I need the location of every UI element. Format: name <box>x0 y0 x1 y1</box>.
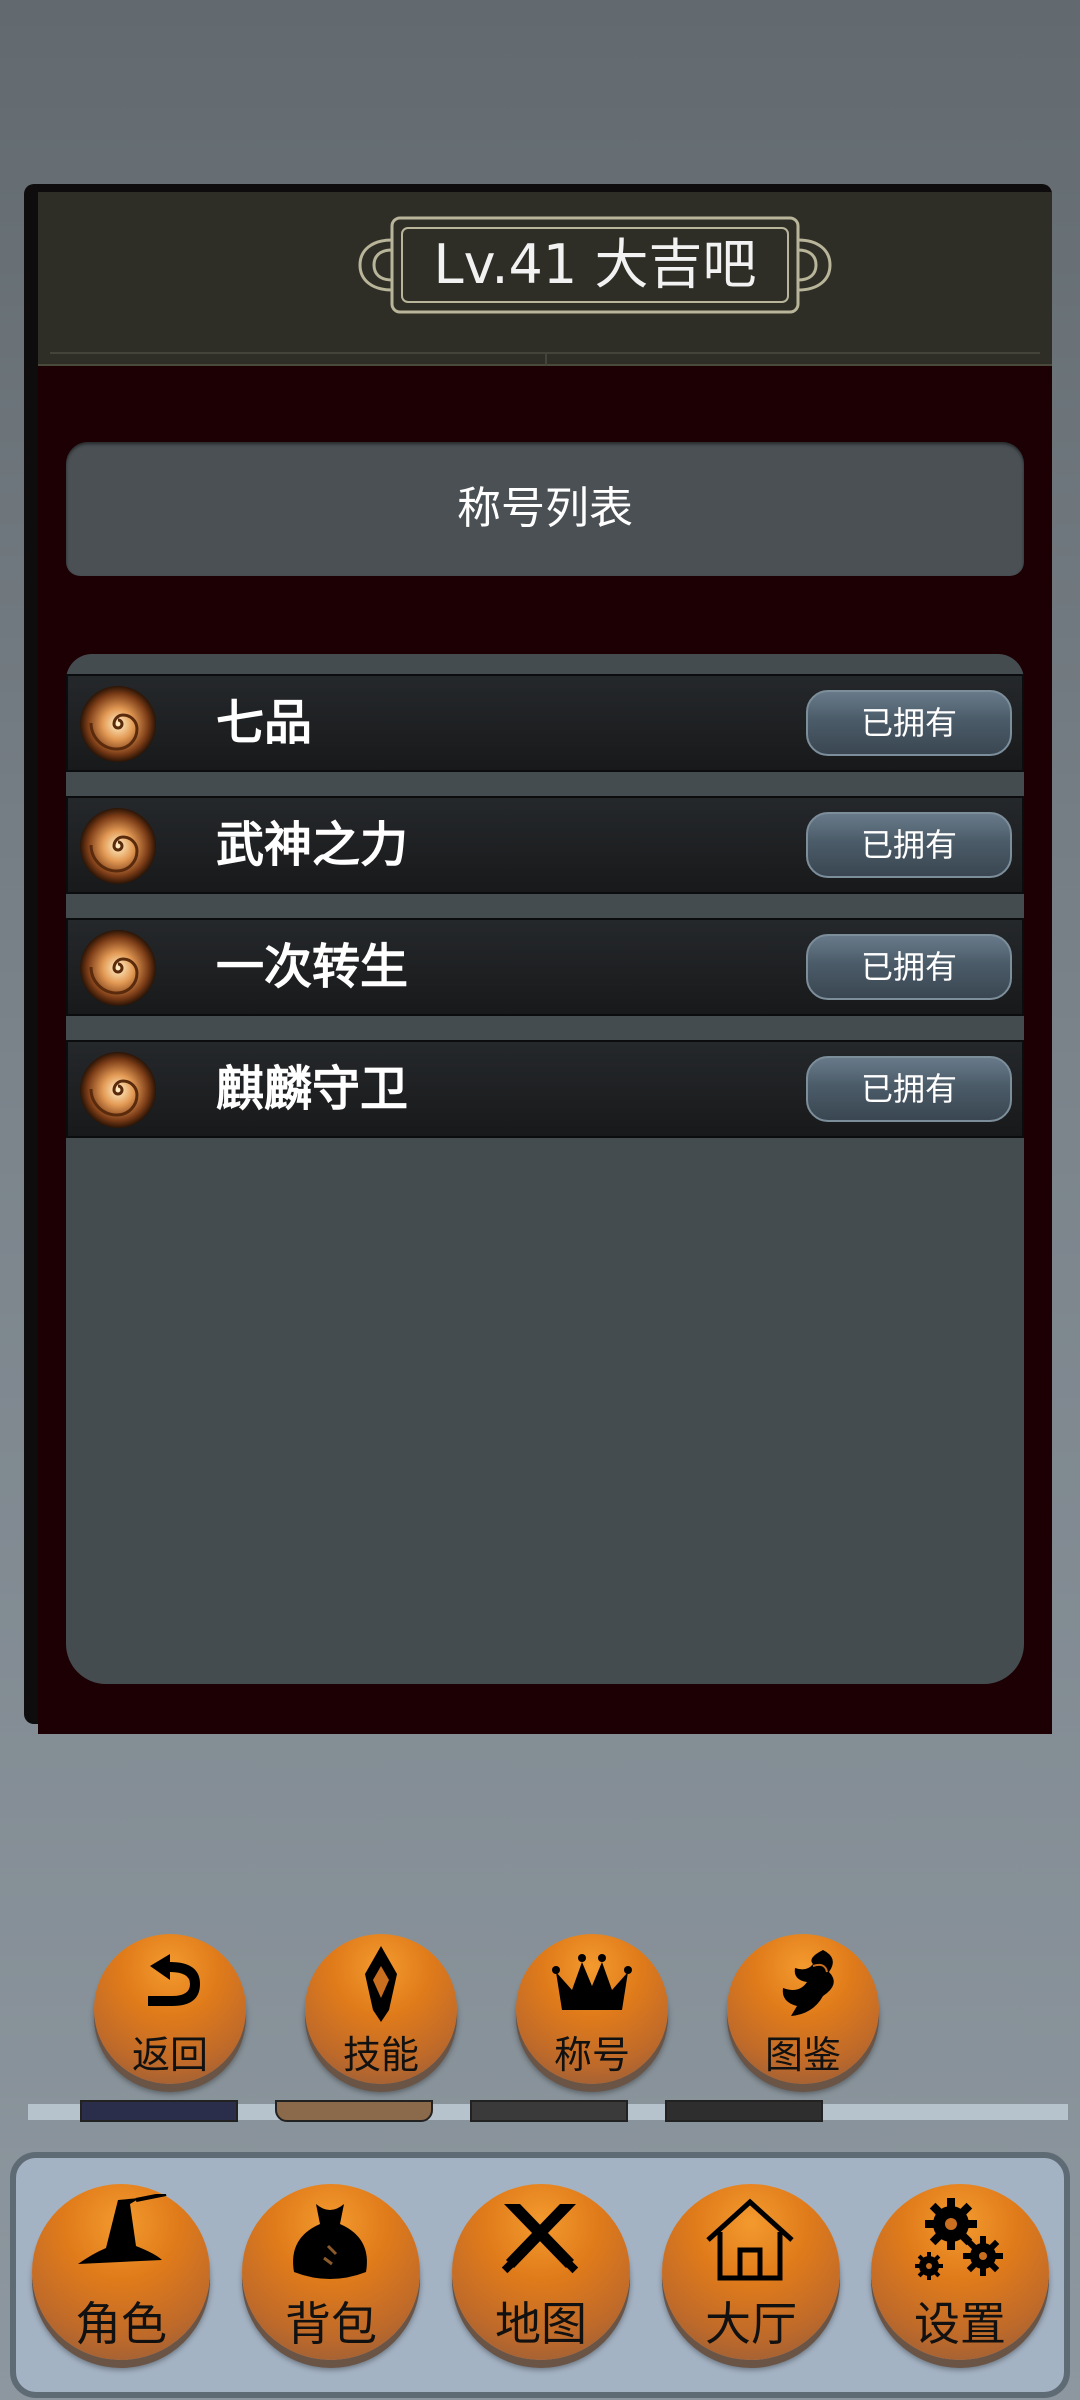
title-name: 武神之力 <box>216 817 409 873</box>
owned-badge[interactable]: 已拥有 <box>806 690 1012 756</box>
swirl-icon <box>80 808 156 884</box>
return-arrow-icon <box>148 1954 200 2006</box>
title-name: 麒麟守卫 <box>216 1061 409 1117</box>
title-frame: Lv.41 大吉吧 <box>352 210 838 320</box>
bag-icon <box>293 2204 367 2279</box>
button-label: 图鉴 <box>764 2033 841 2077</box>
section-title: 称号列表 <box>457 483 633 534</box>
wizard-hat-icon <box>78 2194 167 2264</box>
dragon-icon <box>782 1950 834 2016</box>
codex-button[interactable]: 图鉴 <box>727 1934 879 2084</box>
owned-badge[interactable]: 已拥有 <box>806 934 1012 1000</box>
owned-badge[interactable]: 已拥有 <box>806 812 1012 878</box>
nav-label: 地图 <box>495 2297 587 2351</box>
crown-icon <box>552 1954 632 2010</box>
swirl-icon <box>80 1052 156 1128</box>
item-thumbnail[interactable] <box>665 2100 823 2122</box>
back-button[interactable]: 返回 <box>94 1934 246 2084</box>
skill-button[interactable]: 技能 <box>305 1934 457 2084</box>
title-panel: Lv.41 大吉吧 称号列表 七品 已拥有 武神之力 已拥有 一次转生 已拥有 … <box>38 192 1052 1734</box>
button-label: 技能 <box>342 2033 419 2077</box>
swirl-icon <box>80 686 156 762</box>
nav-label: 角色 <box>75 2297 167 2351</box>
list-item[interactable]: 武神之力 已拥有 <box>66 796 1024 894</box>
tab-divider <box>50 352 1040 366</box>
list-item[interactable]: 七品 已拥有 <box>66 674 1024 772</box>
list-item[interactable]: 一次转生 已拥有 <box>66 918 1024 1016</box>
nav-lobby-button[interactable]: 大厅 <box>662 2184 840 2360</box>
title-name: 一次转生 <box>216 939 409 995</box>
house-icon <box>706 2198 794 2281</box>
player-level-name: Lv.41 大吉吧 <box>433 233 757 296</box>
panel-header: Lv.41 大吉吧 <box>38 192 1052 366</box>
nav-settings-button[interactable]: 设置 <box>871 2184 1049 2360</box>
skill-emblem-icon <box>365 1946 397 2022</box>
crossed-swords-icon <box>501 2204 579 2274</box>
section-header: 称号列表 <box>66 442 1024 576</box>
owned-badge[interactable]: 已拥有 <box>806 1056 1012 1122</box>
button-label: 返回 <box>131 2033 208 2077</box>
nav-map-button[interactable]: 地图 <box>452 2184 630 2360</box>
item-thumbnail[interactable] <box>275 2100 433 2122</box>
title-button[interactable]: 称号 <box>516 1934 668 2084</box>
item-thumbnail[interactable] <box>80 2100 238 2122</box>
gears-icon <box>915 2198 1003 2280</box>
nav-label: 大厅 <box>705 2297 797 2351</box>
button-label: 称号 <box>553 2033 630 2077</box>
item-thumbnail[interactable] <box>470 2100 628 2122</box>
swirl-icon <box>80 930 156 1006</box>
title-name: 七品 <box>216 695 313 751</box>
list-item[interactable]: 麒麟守卫 已拥有 <box>66 1040 1024 1138</box>
nav-character-button[interactable]: 角色 <box>32 2184 210 2360</box>
nav-bag-button[interactable]: 背包 <box>242 2184 420 2360</box>
nav-label: 设置 <box>914 2297 1006 2351</box>
nav-label: 背包 <box>285 2297 377 2351</box>
titles-list: 七品 已拥有 武神之力 已拥有 一次转生 已拥有 麒麟守卫 已拥有 <box>66 654 1024 1684</box>
